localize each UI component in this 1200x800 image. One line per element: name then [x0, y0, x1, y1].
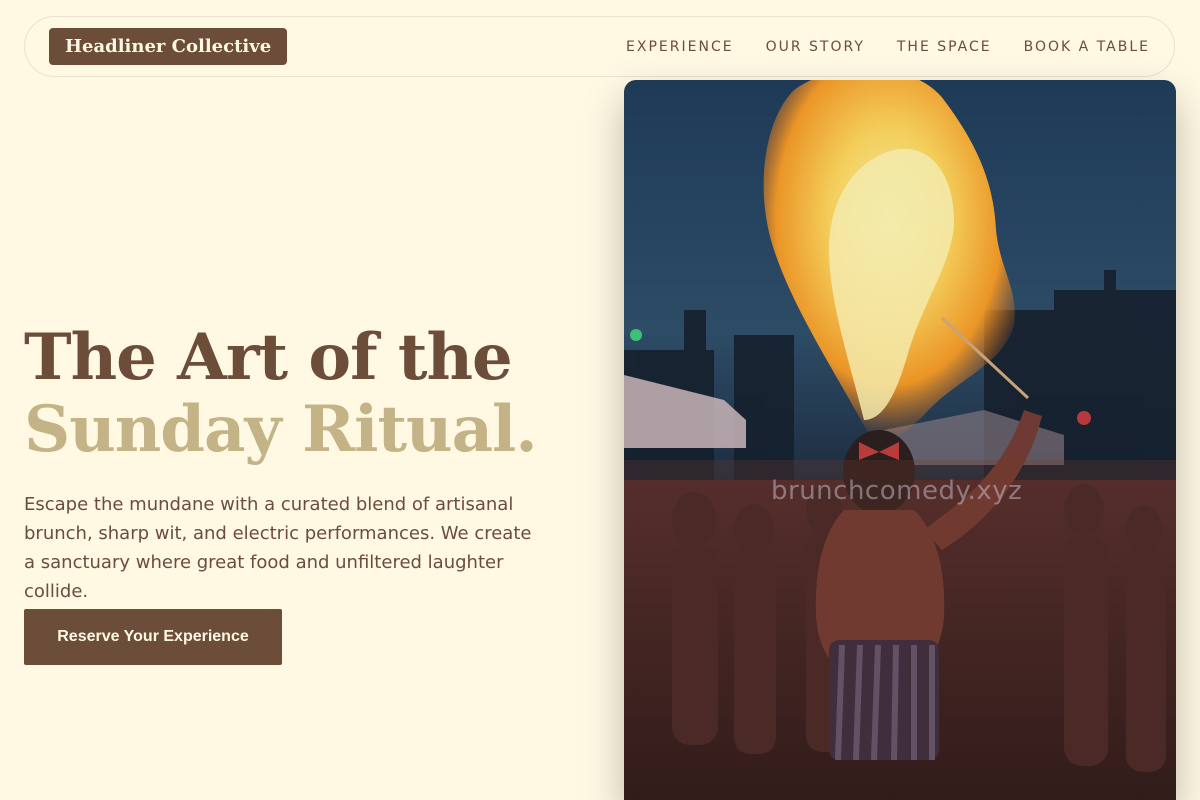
nav-link-our-story[interactable]: OUR STORY: [766, 39, 865, 55]
top-navbar: Headliner Collective EXPERIENCE OUR STOR…: [24, 16, 1175, 77]
hero-title-line2: Sunday Ritual.: [24, 392, 538, 467]
nav-link-book-a-table[interactable]: BOOK A TABLE: [1024, 39, 1150, 55]
image-watermark: brunchcomedy.xyz: [771, 476, 1023, 506]
nav-link-experience[interactable]: EXPERIENCE: [626, 39, 734, 55]
hero-title-line1: The Art of the: [24, 320, 513, 395]
hero-description: Escape the mundane with a curated blend …: [24, 494, 532, 602]
nav-links: EXPERIENCE OUR STORY THE SPACE BOOK A TA…: [626, 39, 1150, 55]
nav-link-the-space[interactable]: THE SPACE: [897, 39, 992, 55]
hero-title: The Art of the Sunday Ritual.: [24, 320, 538, 467]
reserve-experience-button[interactable]: Reserve Your Experience: [24, 609, 282, 665]
hero-image: [624, 80, 1176, 800]
brand-logo[interactable]: Headliner Collective: [49, 28, 288, 65]
fire-performer-illustration: [624, 80, 1176, 800]
